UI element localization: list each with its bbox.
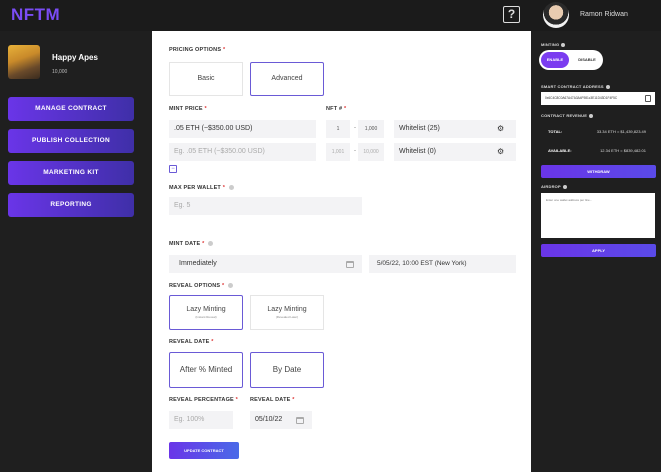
pricing-basic-option[interactable]: Basic xyxy=(169,62,243,96)
calendar-icon[interactable] xyxy=(296,417,304,424)
mint-date-select[interactable]: Immediately xyxy=(169,255,362,273)
info-icon[interactable] xyxy=(229,185,235,191)
user-name[interactable]: Ramon Ridwan xyxy=(580,11,628,18)
minting-toggle[interactable]: ENABLE DISABLE xyxy=(539,50,603,70)
collection-card[interactable]: Happy Apes 10,000 xyxy=(6,43,146,81)
contract-revenue-label: CONTRACT REVENUE xyxy=(541,113,594,118)
reveal-date-value-label: REVEAL DATE * xyxy=(250,397,295,403)
update-contract-button[interactable]: UPDATE CONTRACT xyxy=(169,442,239,459)
max-per-wallet-label: MAX PER WALLET * xyxy=(169,185,235,191)
reveal-percentage-label: REVEAL PERCENTAGE * xyxy=(169,397,239,403)
nft-to-input-2[interactable]: 10,000 xyxy=(358,143,384,161)
nft-number-label: NFT # * xyxy=(326,106,347,112)
collection-name: Happy Apes xyxy=(52,53,98,62)
sidebar-item-reporting[interactable]: REPORTING xyxy=(8,193,134,217)
avatar[interactable] xyxy=(543,2,569,28)
sidebar-item-publish-collection[interactable]: PUBLISH COLLECTION xyxy=(8,129,134,153)
reveal-later-title: Lazy Minting xyxy=(267,306,307,313)
range-dash: - xyxy=(354,148,356,154)
info-icon[interactable] xyxy=(605,84,610,89)
mint-datetime-field[interactable]: 5/05/22, 10:00 EST (New York) xyxy=(369,255,516,273)
reveal-instant-sub: (Instant Reveal) xyxy=(195,315,217,319)
reveal-later-option[interactable]: Lazy Minting (Revealed Later) xyxy=(250,295,324,330)
mint-price-input-2[interactable]: Eg. .05 ETH (~$350.00 USD) xyxy=(169,143,316,161)
collection-count: 10,000 xyxy=(52,69,68,75)
disable-option[interactable]: DISABLE xyxy=(573,52,601,68)
reveal-by-date-option[interactable]: By Date xyxy=(250,352,324,388)
apply-button[interactable]: APPLY xyxy=(541,244,656,257)
info-icon[interactable] xyxy=(589,113,594,118)
mint-date-label: MINT DATE * xyxy=(169,241,214,247)
nft-from-input-1[interactable]: 1 xyxy=(326,120,350,138)
info-icon[interactable] xyxy=(562,184,567,189)
info-icon[interactable] xyxy=(561,42,566,47)
airdrop-label: AIRDROP xyxy=(541,184,567,189)
sidebar-item-manage-contract[interactable]: MANAGE CONTRACT xyxy=(8,97,134,121)
withdraw-button[interactable]: WITHDRAW xyxy=(541,165,656,178)
reveal-instant-title: Lazy Minting xyxy=(186,306,226,313)
reveal-options-label: REVEAL OPTIONS * xyxy=(169,283,234,289)
enable-option[interactable]: ENABLE xyxy=(541,52,569,68)
reveal-instant-option[interactable]: Lazy Minting (Instant Reveal) xyxy=(169,295,243,330)
mint-price-label: MINT PRICE * xyxy=(169,106,207,112)
calendar-icon[interactable] xyxy=(346,261,354,268)
top-bar: NFTM ? Ramon Ridwan xyxy=(0,0,661,31)
nft-to-input-1[interactable]: 1,000 xyxy=(358,120,384,138)
logo[interactable]: NFTM xyxy=(11,5,60,25)
available-value: 12.34 ETH = $839,482.01 xyxy=(600,148,646,153)
minting-label: MINTING xyxy=(541,42,566,47)
contract-address: 0x6C4C8C0A67A47A3A4F981c3E11D43D1F4F5C xyxy=(545,96,618,100)
nft-from-input-2[interactable]: 1,001 xyxy=(326,143,350,161)
reveal-percentage-input[interactable]: Eg. 100% xyxy=(169,411,233,429)
info-icon[interactable] xyxy=(208,241,214,247)
copy-icon[interactable] xyxy=(645,95,651,102)
airdrop-textarea[interactable]: Enter one wallet address per line... xyxy=(541,193,655,238)
reveal-later-sub: (Revealed Later) xyxy=(275,315,299,319)
main-panel: PRICING OPTIONS * Basic Advanced MINT PR… xyxy=(152,31,531,472)
contract-address-label: SMART CONTRACT ADDRESS xyxy=(541,84,610,89)
gear-icon[interactable]: ⚙ xyxy=(497,124,504,133)
collapse-icon[interactable]: − xyxy=(169,165,177,173)
range-dash: - xyxy=(354,125,356,131)
pricing-options-label: PRICING OPTIONS * xyxy=(169,47,226,53)
total-value: 33.34 ETH = $1,439,823.49 xyxy=(596,129,646,134)
reveal-after-minted-option[interactable]: After % Minted xyxy=(169,352,243,388)
info-icon[interactable] xyxy=(228,283,234,289)
reveal-date-label: REVEAL DATE * xyxy=(169,339,214,345)
collection-thumbnail xyxy=(8,45,40,79)
mint-price-input-1[interactable]: .05 ETH (~$350.00 USD) xyxy=(169,120,316,138)
max-per-wallet-input[interactable]: Eg. 5 xyxy=(169,197,362,215)
pricing-advanced-option[interactable]: Advanced xyxy=(250,62,324,96)
help-icon[interactable]: ? xyxy=(503,6,520,23)
gear-icon[interactable]: ⚙ xyxy=(497,147,504,156)
sidebar-item-marketing-kit[interactable]: MARKETING KIT xyxy=(8,161,134,185)
contract-address-field[interactable]: 0x6C4C8C0A67A47A3A4F981c3E11D43D1F4F5C xyxy=(541,92,655,105)
